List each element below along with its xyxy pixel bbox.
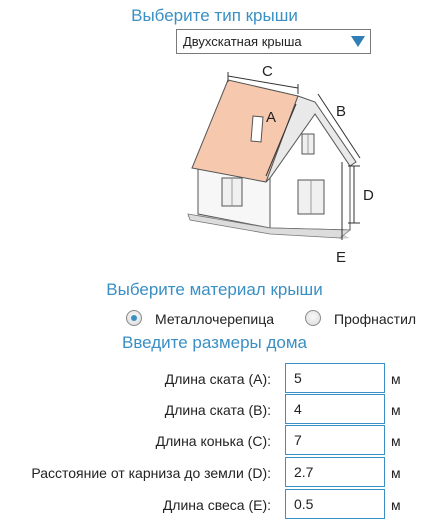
- overhang-e-label: Длина свеса (E):: [162, 497, 271, 513]
- dimensions-title: Введите размеры дома: [121, 333, 308, 352]
- slope-b-label: Длина ската (B):: [164, 402, 271, 418]
- house-diagram: C A B D E: [187, 63, 374, 266]
- slope-a-unit: м: [391, 371, 401, 387]
- material-radio-group: Металлочерепица Профнастил: [0, 308, 429, 330]
- roof-window: [250, 115, 264, 143]
- label-e: E: [336, 249, 346, 266]
- radio-profnastil-label[interactable]: Профнастил: [334, 311, 416, 327]
- radio-profnastil[interactable]: [305, 310, 321, 326]
- eave-height-d-unit: м: [391, 465, 401, 481]
- field-row-ridge-c: Длина конька (C): м: [0, 425, 429, 455]
- overhang-e-input[interactable]: [285, 489, 385, 519]
- dropdown-arrow-icon[interactable]: [351, 36, 365, 47]
- ridge-c-label: Длина конька (C):: [155, 433, 271, 449]
- label-b: B: [336, 103, 346, 120]
- ridge-c-unit: м: [391, 433, 401, 449]
- slope-a-input[interactable]: [285, 363, 385, 393]
- material-title: Выберите материал крыши: [106, 280, 323, 299]
- label-d: D: [363, 187, 374, 204]
- overhang-e-unit: м: [391, 497, 401, 513]
- eave-height-d-input[interactable]: [285, 457, 385, 487]
- slope-b-unit: м: [391, 402, 401, 418]
- field-row-eave-height-d: Расстояние от карниза до земли (D): м: [0, 457, 429, 487]
- field-row-slope-b: Длина ската (B): м: [0, 394, 429, 424]
- slope-a-label: Длина ската (A):: [164, 371, 271, 387]
- radio-metallocherepitsa-label[interactable]: Металлочерепица: [155, 311, 274, 327]
- ridge-c-input[interactable]: [285, 425, 385, 455]
- roof-type-selected-value: Двухскатная крыша: [183, 34, 302, 49]
- radio-metallocherepitsa[interactable]: [126, 310, 142, 326]
- field-row-overhang-e: Длина свеса (E): м: [0, 489, 429, 519]
- slope-b-input[interactable]: [285, 394, 385, 424]
- field-row-slope-a: Длина ската (A): м: [0, 363, 429, 393]
- eave-height-d-label: Расстояние от карниза до земли (D):: [31, 465, 271, 481]
- roof-type-select[interactable]: Двухскатная крыша: [176, 29, 371, 54]
- roof-type-title: Выберите тип крыши: [131, 6, 298, 25]
- label-c: C: [262, 63, 273, 80]
- label-a: A: [266, 109, 276, 126]
